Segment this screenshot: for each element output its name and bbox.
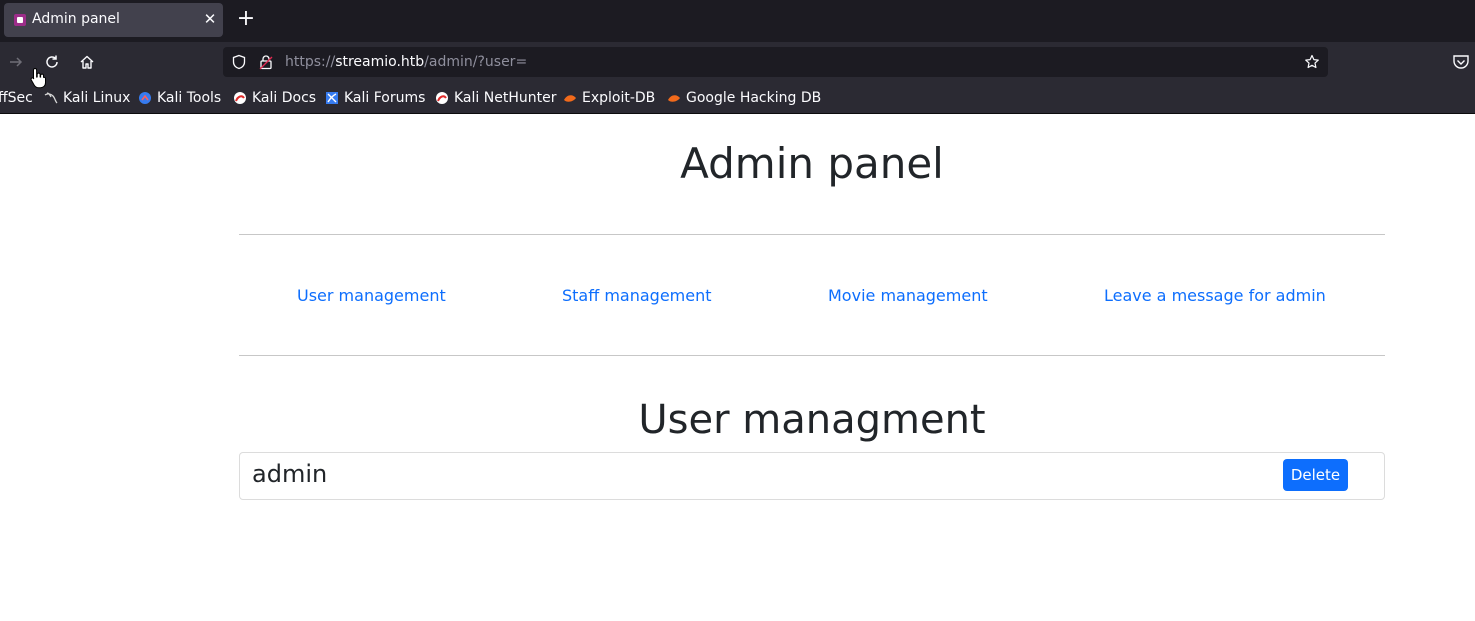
nav-link-leave-message[interactable]: Leave a message for admin bbox=[1104, 286, 1326, 305]
bookmark-kali-linux[interactable]: Kali Linux bbox=[44, 89, 130, 107]
ghdb-icon bbox=[668, 95, 680, 102]
browser-tab[interactable]: Admin panel ✕ bbox=[4, 3, 223, 37]
page-content: Admin panel User management Staff manage… bbox=[0, 114, 1475, 621]
admin-nav: User management Staff management Movie m… bbox=[239, 286, 1385, 306]
hand-cursor-icon bbox=[30, 67, 46, 89]
bookmark-star-icon[interactable] bbox=[1304, 54, 1320, 70]
divider bbox=[239, 355, 1385, 356]
kali-nethunter-icon bbox=[436, 92, 448, 104]
bookmark-label: Exploit-DB bbox=[582, 90, 656, 106]
bookmark-label: Kali Forums bbox=[344, 90, 426, 106]
section-title: User managment bbox=[638, 397, 986, 443]
exploit-db-icon bbox=[564, 95, 576, 102]
home-button[interactable] bbox=[75, 50, 99, 74]
reload-icon bbox=[46, 55, 58, 68]
bookmark-kali-nethunter[interactable]: Kali NetHunter bbox=[435, 89, 556, 107]
bookmark-label: Google Hacking DB bbox=[686, 90, 822, 106]
url-text[interactable]: https://streamio.htb/admin/?user= bbox=[285, 54, 527, 70]
delete-user-button[interactable]: Delete bbox=[1283, 459, 1348, 491]
divider bbox=[239, 234, 1385, 235]
bookmark-exploit-db[interactable]: Exploit-DB bbox=[563, 89, 655, 107]
bookmark-label: ffSec bbox=[0, 90, 33, 106]
shield-icon[interactable] bbox=[231, 54, 247, 70]
bookmark-kali-tools[interactable]: Kali Tools bbox=[138, 89, 221, 107]
new-tab-button[interactable]: + bbox=[234, 8, 258, 32]
address-bar[interactable]: https://streamio.htb/admin/?user= bbox=[223, 47, 1328, 77]
bookmark-offsec[interactable]: ffSec bbox=[0, 89, 33, 107]
bookmark-label: Kali NetHunter bbox=[454, 90, 557, 106]
kali-dragon-icon bbox=[44, 92, 58, 104]
close-tab-icon[interactable]: ✕ bbox=[200, 9, 220, 29]
kali-tools-icon bbox=[139, 92, 151, 104]
tab-bar: Admin panel ✕ + bbox=[0, 0, 1475, 42]
bookmark-label: Kali Linux bbox=[63, 90, 131, 106]
kali-docs-icon bbox=[234, 92, 246, 104]
nav-link-staff-management[interactable]: Staff management bbox=[562, 286, 712, 305]
pocket-icon[interactable] bbox=[1452, 54, 1470, 70]
url-path: /admin/?user= bbox=[424, 54, 528, 70]
home-icon bbox=[80, 55, 94, 69]
kali-forums-icon bbox=[326, 92, 338, 104]
page-title: Admin panel bbox=[680, 139, 944, 188]
user-row: admin Delete bbox=[239, 452, 1385, 500]
tab-title: Admin panel bbox=[32, 11, 120, 27]
username: admin bbox=[252, 460, 328, 488]
bookmark-kali-docs[interactable]: Kali Docs bbox=[233, 89, 316, 107]
navigation-toolbar: https://streamio.htb/admin/?user= bbox=[0, 42, 1475, 82]
bookmark-google-hacking-db[interactable]: Google Hacking DB bbox=[667, 89, 821, 107]
lock-icon[interactable] bbox=[258, 54, 274, 70]
bookmark-label: Kali Docs bbox=[252, 90, 317, 106]
nav-link-movie-management[interactable]: Movie management bbox=[828, 286, 988, 305]
favicon-icon bbox=[14, 14, 26, 26]
bookmarks-toolbar: ffSec Kali Linux Kali Tools Kali Docs Ka… bbox=[0, 82, 1475, 114]
bookmark-kali-forums[interactable]: Kali Forums bbox=[325, 89, 425, 107]
nav-link-user-management[interactable]: User management bbox=[297, 286, 446, 305]
forward-button[interactable] bbox=[4, 50, 28, 74]
url-scheme: https:// bbox=[285, 54, 336, 70]
bookmark-label: Kali Tools bbox=[157, 90, 222, 106]
arrow-right-icon bbox=[10, 57, 23, 67]
url-host: streamio.htb bbox=[335, 54, 425, 70]
